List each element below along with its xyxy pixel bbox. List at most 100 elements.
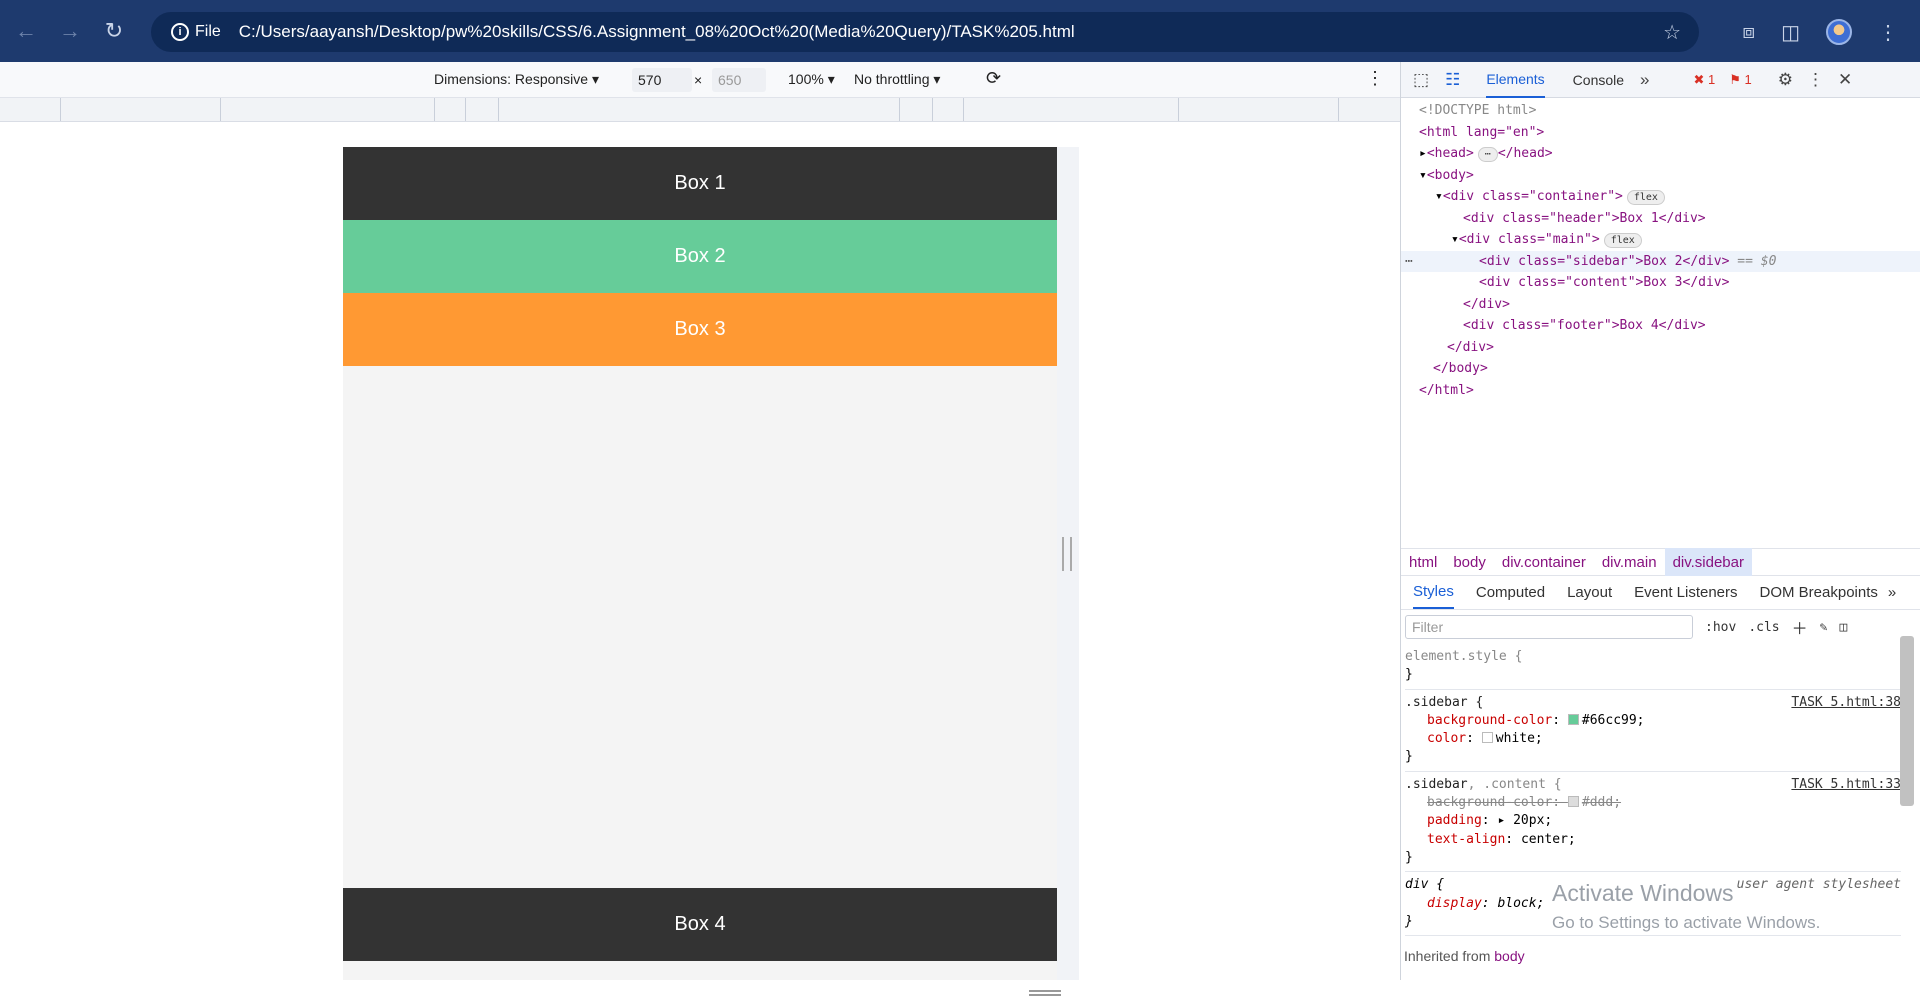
resize-handle-bottom[interactable] xyxy=(1029,990,1061,996)
zoom-label: 100% xyxy=(788,71,824,87)
box-1-header: Box 1 xyxy=(343,147,1057,220)
ellipsis-badge[interactable]: ⋯ xyxy=(1477,147,1498,162)
rule-source-link[interactable]: TASK 5.html:33 xyxy=(1791,776,1901,794)
prop-color[interactable]: color: white; xyxy=(1405,730,1901,748)
address-bar[interactable]: i File C:/Users/aayansh/Desktop/pw%20ski… xyxy=(151,12,1699,52)
throttling-dropdown[interactable]: No throttling ▾ xyxy=(854,71,940,88)
crumb-container[interactable]: div.container xyxy=(1494,554,1594,571)
tab-elements[interactable]: Elements xyxy=(1486,62,1545,98)
rule-selector[interactable]: .sidebar xyxy=(1405,777,1468,792)
tab-dom-breakpoints[interactable]: DOM Breakpoints xyxy=(1760,584,1878,601)
dom-line-html[interactable]: <html lang="en"> xyxy=(1401,122,1920,144)
footer-div-tag: <div class="footer">Box 4</div> xyxy=(1463,318,1706,333)
watermark-subtitle: Go to Settings to activate Windows. xyxy=(1552,913,1821,932)
rule-close-brace: } xyxy=(1405,667,1413,683)
more-tabs-icon[interactable]: » xyxy=(1640,70,1649,90)
styles-scrollbar[interactable] xyxy=(1900,636,1914,806)
dimensions-dropdown[interactable]: Dimensions: Responsive ▾ xyxy=(434,71,599,88)
prop-padding[interactable]: padding: ▸ 20px; xyxy=(1405,812,1901,830)
tab-event-listeners[interactable]: Event Listeners xyxy=(1634,584,1737,601)
prop-name: color xyxy=(1427,731,1467,747)
prop-name: background-color xyxy=(1427,712,1553,728)
new-rule-icon[interactable]: ＋ xyxy=(1792,615,1808,639)
dom-line-body[interactable]: ▾<body> xyxy=(1401,165,1920,187)
avatar[interactable] xyxy=(1826,19,1852,45)
prop-name: background-color xyxy=(1427,795,1553,811)
close-devtools-icon[interactable]: ✕ xyxy=(1838,70,1852,90)
prop-background-color[interactable]: background-color: #66cc99; xyxy=(1405,712,1901,730)
rotate-icon[interactable]: ⟳ xyxy=(986,68,1001,89)
element-style-selector[interactable]: element.style { xyxy=(1405,648,1901,666)
crumb-html[interactable]: html xyxy=(1401,554,1445,571)
dom-line-sidebar[interactable]: ⋯ <div class="sidebar">Box 2</div> == $0 xyxy=(1401,250,1920,273)
dom-line-head[interactable]: ▸<head> ⋯ </head> xyxy=(1401,143,1920,165)
more-options-icon[interactable]: ⋮ xyxy=(1366,68,1384,89)
throttling-label: No throttling xyxy=(854,71,930,87)
hov-toggle[interactable]: :hov xyxy=(1705,620,1736,635)
error-counter[interactable]: ✖ 1 xyxy=(1694,72,1716,88)
dom-line-main[interactable]: ▾<div class="main"> flex xyxy=(1401,229,1920,251)
dimension-separator: × xyxy=(694,72,703,88)
expand-triangle-icon[interactable]: ▸ xyxy=(1497,813,1505,828)
inspect-element-icon[interactable]: ⬚ xyxy=(1413,70,1429,90)
flex-badge[interactable]: flex xyxy=(1603,233,1642,248)
dom-line-main-close[interactable]: </div> xyxy=(1401,294,1920,316)
zoom-dropdown[interactable]: 100% ▾ xyxy=(788,71,835,88)
selected-node-ref: == $0 xyxy=(1737,253,1777,269)
back-icon[interactable]: ← xyxy=(8,13,44,49)
side-panel-icon[interactable]: ◫ xyxy=(1781,20,1800,45)
url-text[interactable]: C:/Users/aayansh/Desktop/pw%20skills/CSS… xyxy=(239,22,1075,42)
dom-line-body-close[interactable]: </body> xyxy=(1401,358,1920,380)
width-input[interactable]: 570 xyxy=(632,68,692,92)
dom-line-html-close[interactable]: </html> xyxy=(1401,380,1920,402)
more-style-tabs-icon[interactable]: » xyxy=(1888,584,1896,601)
extensions-icon[interactable]: ⧈ xyxy=(1742,21,1755,44)
site-info-chip[interactable]: i File xyxy=(161,17,231,47)
flex-badge[interactable]: flex xyxy=(1626,190,1665,205)
dom-line-container-close[interactable]: </div> xyxy=(1401,337,1920,359)
device-toggle-icon[interactable]: ☷ xyxy=(1445,70,1460,90)
devtools-panel: ⬚ ☷ Elements Console » ✖ 1 ⚑ 1 ⚙ ⋮ ✕ <!D… xyxy=(1400,62,1920,980)
menu-kebab-icon[interactable]: ⋮ xyxy=(1878,20,1898,45)
html-open-tag: <html lang="en"> xyxy=(1419,124,1545,140)
dom-line-content[interactable]: <div class="content">Box 3</div> xyxy=(1401,272,1920,294)
rule-source-link[interactable]: TASK 5.html:38 xyxy=(1791,694,1901,712)
settings-gear-icon[interactable]: ⚙ xyxy=(1778,70,1793,90)
rule-selector: div { xyxy=(1405,877,1445,893)
dom-line-footer[interactable]: <div class="footer">Box 4</div> xyxy=(1401,315,1920,337)
resize-handle-right[interactable] xyxy=(1062,537,1072,571)
prop-background-color-overridden[interactable]: background-color: #ddd; xyxy=(1405,794,1901,812)
forward-icon[interactable]: → xyxy=(52,13,88,49)
box-4-footer: Box 4 xyxy=(343,888,1057,961)
content-div-tag: <div class="content">Box 3</div> xyxy=(1479,275,1730,290)
tab-styles[interactable]: Styles xyxy=(1413,576,1454,609)
row-ellipsis-icon[interactable]: ⋯ xyxy=(1405,251,1413,273)
devtools-menu-icon[interactable]: ⋮ xyxy=(1807,70,1824,90)
inherited-source-link[interactable]: body xyxy=(1494,948,1524,964)
tab-console[interactable]: Console xyxy=(1573,72,1624,88)
main-open-tag: <div class="main"> xyxy=(1458,232,1600,247)
reload-icon[interactable]: ↻ xyxy=(96,13,132,49)
color-swatch-icon[interactable] xyxy=(1481,732,1493,744)
issue-counter[interactable]: ⚑ 1 xyxy=(1729,72,1752,88)
tab-computed[interactable]: Computed xyxy=(1476,584,1545,601)
prop-text-align[interactable]: text-align: center; xyxy=(1405,831,1901,849)
dom-line-container[interactable]: ▾<div class="container"> flex xyxy=(1401,186,1920,208)
dom-line-header[interactable]: <div class="header">Box 1</div> xyxy=(1401,208,1920,230)
color-swatch-icon[interactable] xyxy=(1567,796,1579,808)
crumb-sidebar[interactable]: div.sidebar xyxy=(1664,548,1752,576)
cls-toggle[interactable]: .cls xyxy=(1748,620,1779,635)
crumb-body[interactable]: body xyxy=(1445,554,1494,571)
dom-line-doctype[interactable]: <!DOCTYPE html> xyxy=(1401,100,1920,122)
rule-selector[interactable]: .sidebar { xyxy=(1405,695,1483,710)
color-swatch-icon[interactable] xyxy=(1567,713,1579,725)
toggle-sidebar-icon[interactable]: ◫ xyxy=(1839,620,1847,635)
height-input[interactable]: 650 xyxy=(712,68,766,92)
prop-name: padding xyxy=(1427,813,1482,829)
styles-filter-input[interactable]: Filter xyxy=(1405,615,1693,639)
paint-brush-icon[interactable]: ✎ xyxy=(1820,620,1828,635)
bookmark-star-icon[interactable]: ☆ xyxy=(1663,20,1681,45)
sidebar-div-tag: <div class="sidebar">Box 2</div> xyxy=(1479,253,1730,269)
tab-layout[interactable]: Layout xyxy=(1567,584,1612,601)
crumb-main[interactable]: div.main xyxy=(1594,554,1665,571)
